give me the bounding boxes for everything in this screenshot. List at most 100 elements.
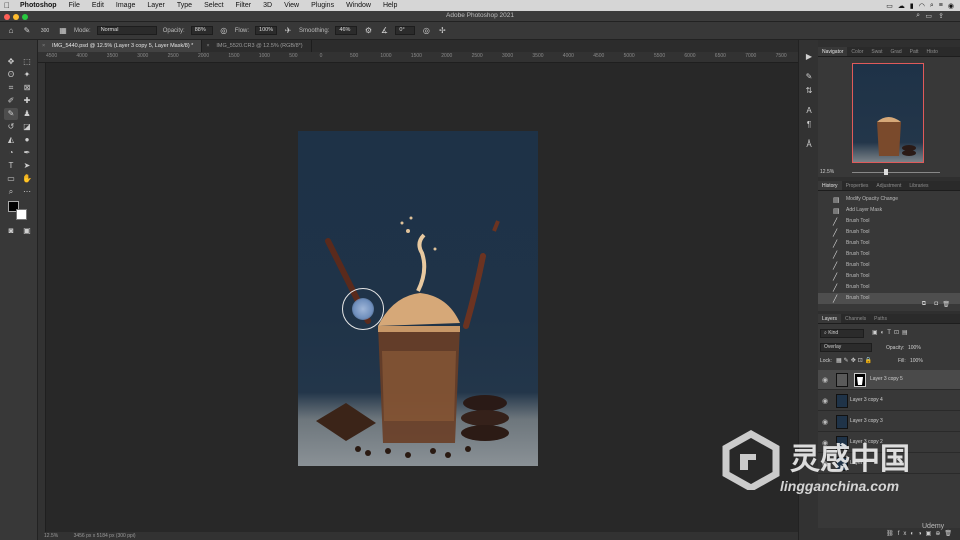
stamp-tool-icon[interactable]: ♟ (20, 108, 34, 120)
zoom-tool-icon[interactable]: ⌕ (4, 186, 18, 198)
flow-field[interactable]: 100% (255, 26, 278, 35)
move-tool-icon[interactable]: ✥ (4, 56, 18, 68)
layer-row[interactable]: ◉ Layer 3 copy 5 (818, 370, 960, 390)
angle-field[interactable]: 0° (395, 26, 416, 35)
path-select-tool-icon[interactable]: ➤ (20, 160, 34, 172)
apple-icon[interactable]:  (0, 1, 14, 10)
mode-select[interactable]: Normal (96, 26, 157, 35)
eye-icon[interactable]: ◉ (822, 418, 828, 426)
layer-row[interactable]: ◉ Layer 3 copy 3 (818, 412, 960, 432)
type-tool-icon[interactable]: T (4, 160, 18, 172)
brush-preset-icon[interactable]: ✎ (22, 26, 32, 36)
control-center-icon[interactable]: ≡ (939, 2, 943, 9)
navigator-zoom[interactable]: 12.5% (820, 169, 834, 175)
brush-settings-icon[interactable]: ▦ (58, 26, 68, 36)
navigator-preview[interactable] (852, 63, 924, 163)
adjust-icon[interactable]: ⇅ (803, 86, 815, 98)
horizontal-ruler[interactable]: 4500 4000 3500 3000 2500 2000 1500 1000 500 0 500 1… (38, 52, 798, 63)
dodge-tool-icon[interactable]: ◔ (4, 147, 18, 159)
wifi-icon[interactable]: ◠ (919, 2, 925, 10)
menu-app[interactable]: Photoshop (14, 2, 63, 9)
menu-3d[interactable]: 3D (257, 2, 278, 9)
menu-filter[interactable]: Filter (230, 2, 258, 9)
menu-file[interactable]: File (63, 2, 86, 9)
zoom-slider-thumb[interactable] (884, 169, 888, 175)
history-brush-tool-icon[interactable]: ↺ (4, 121, 18, 133)
history-item[interactable]: ▤ Add Layer Mask (818, 205, 960, 216)
history-item[interactable]: ╱ Brush Tool (818, 260, 960, 271)
eye-icon[interactable]: ◉ (822, 397, 828, 405)
tab-navigator[interactable]: Navigator (818, 47, 848, 56)
hand-tool-icon[interactable]: ✋ (20, 173, 34, 185)
history-item[interactable]: ╱ Brush Tool (818, 249, 960, 260)
character-icon[interactable]: A (803, 106, 815, 118)
blend-mode-select[interactable]: Overlay (820, 343, 872, 352)
tab-adjustments[interactable]: Adjustment (872, 181, 905, 190)
workspace-icon[interactable]: ▭ (925, 12, 932, 20)
menu-type[interactable]: Type (171, 2, 198, 9)
pressure-size-icon[interactable]: ◎ (421, 26, 431, 36)
eye-icon[interactable]: ◉ (822, 376, 828, 384)
document-image[interactable] (298, 131, 538, 466)
layer-filter-kind[interactable]: ⌕ Kind (820, 329, 864, 338)
pressure-opacity-icon[interactable]: ◎ (219, 26, 229, 36)
more-tools-icon[interactable]: ⋯ (20, 186, 34, 198)
frame-tool-icon[interactable]: ⊠ (20, 82, 34, 94)
menu-view[interactable]: View (278, 2, 305, 9)
screen-icon[interactable]: ▭ (886, 2, 893, 10)
gear-icon[interactable]: ⚙ (363, 26, 373, 36)
tab-img-5440[interactable]: × IMG_5440.psd @ 12.5% (Layer 3 copy 5, … (38, 40, 203, 52)
search-icon[interactable]: ⌕ (916, 12, 920, 20)
rectangle-tool-icon[interactable]: ▭ (4, 173, 18, 185)
history-item[interactable]: ╱ Brush Tool (818, 227, 960, 238)
brush-size[interactable]: 300 (38, 26, 52, 36)
layer-filter-icons[interactable]: ▣◐T⊡▤ (872, 329, 911, 336)
history-item[interactable]: ╱ Brush Tool (818, 238, 960, 249)
marquee-tool-icon[interactable]: ⬚ (20, 56, 34, 68)
tab-gradients[interactable]: Grad (886, 47, 905, 56)
history-item[interactable]: ╱ Brush Tool (818, 271, 960, 282)
lasso-tool-icon[interactable]: ʘ (4, 69, 18, 81)
tab-color[interactable]: Color (847, 47, 867, 56)
close-tab-icon[interactable]: × (42, 40, 45, 52)
siri-icon[interactable]: ◉ (948, 2, 954, 10)
trash-icon[interactable]: 🗑 (942, 301, 950, 308)
tab-layers[interactable]: Layers (818, 314, 842, 323)
camera-icon[interactable]: ◘ (934, 301, 938, 307)
tab-swatches[interactable]: Swat (867, 47, 886, 56)
menu-select[interactable]: Select (198, 2, 229, 9)
brush-settings-icon[interactable]: ✎ (803, 72, 815, 84)
airbrush-icon[interactable]: ✈ (283, 26, 293, 36)
cloud-icon[interactable]: ☁ (898, 2, 905, 10)
layer-mask-thumbnail[interactable] (854, 373, 866, 387)
quick-select-tool-icon[interactable]: ✦ (20, 69, 34, 81)
menu-image[interactable]: Image (110, 2, 141, 9)
tab-paths[interactable]: Paths (870, 314, 891, 323)
tab-history[interactable]: History (818, 181, 842, 190)
history-item[interactable]: ╱ Brush Tool (818, 282, 960, 293)
zoom-level[interactable]: 12.5% (44, 533, 58, 539)
tab-libraries[interactable]: Libraries (905, 181, 932, 190)
tab-patterns[interactable]: Patt (906, 47, 923, 56)
screen-mode-icon[interactable]: ▣ (20, 225, 34, 237)
history-item-current[interactable]: ╱ Brush Tool (818, 293, 960, 304)
paragraph-icon[interactable]: ¶ (803, 120, 815, 132)
symmetry-icon[interactable]: ✢ (437, 26, 447, 36)
play-icon[interactable]: ▶ (803, 52, 815, 64)
tab-histogram[interactable]: Histo (923, 47, 942, 56)
vertical-ruler[interactable] (38, 63, 46, 532)
layer-opacity-field[interactable]: 100% (908, 345, 921, 351)
quick-mask-icon[interactable]: ◙ (4, 225, 18, 237)
eyedropper-tool-icon[interactable]: ✐ (4, 95, 18, 107)
tab-properties[interactable]: Properties (842, 181, 873, 190)
blur-tool-icon[interactable]: ● (20, 134, 34, 146)
lock-icons[interactable]: ▦✎✥⊡🔒 (836, 357, 874, 364)
layer-row[interactable]: ◉ Layer 3 copy 4 (818, 391, 960, 411)
glyphs-icon[interactable]: Å (803, 140, 815, 152)
paint-bucket-tool-icon[interactable]: ◭ (4, 134, 18, 146)
brush-tool-icon[interactable]: ✎ (4, 108, 18, 120)
close-tab-icon[interactable]: × (206, 40, 209, 52)
tab-channels[interactable]: Channels (841, 314, 870, 323)
zoom-slider-track[interactable] (852, 172, 940, 173)
opacity-field[interactable]: 88% (190, 26, 213, 35)
